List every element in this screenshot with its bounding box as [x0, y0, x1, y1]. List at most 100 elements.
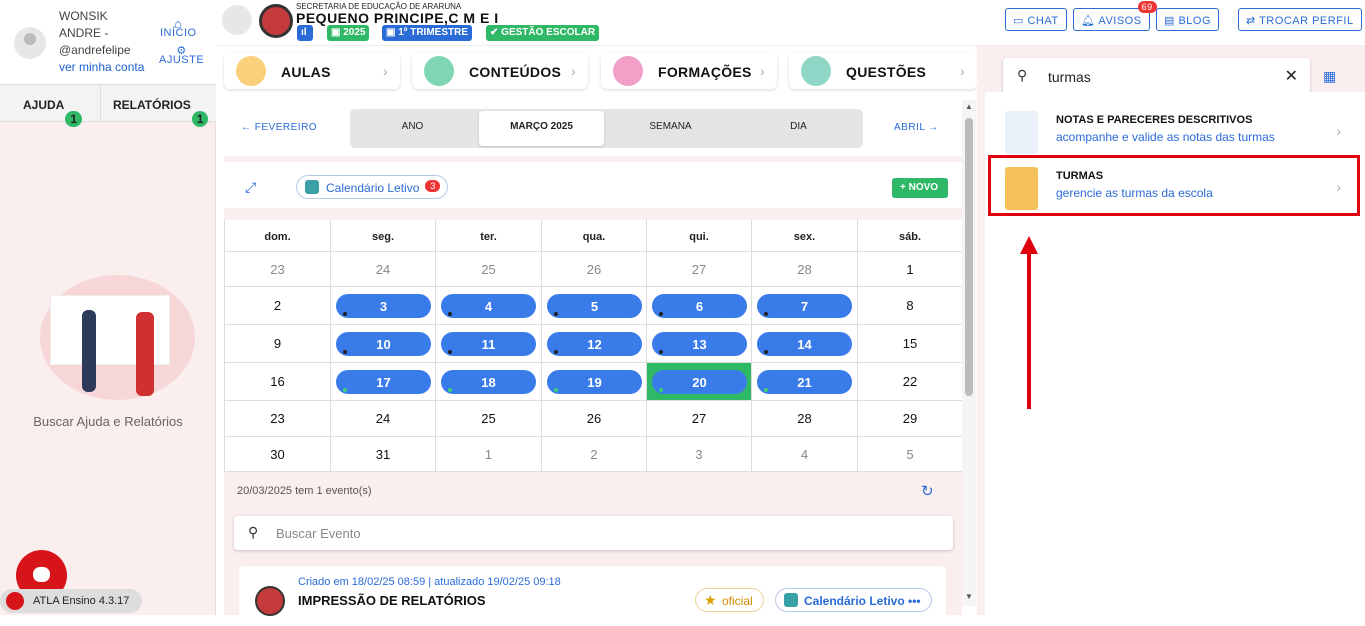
calendar-day[interactable]: 30 [225, 437, 331, 472]
view-dia[interactable]: DIA [736, 121, 861, 132]
calendar-day[interactable]: 4 [436, 287, 542, 325]
prev-month-button[interactable]: ← FEVEREIRO [241, 122, 317, 133]
calendar-day[interactable]: 2 [542, 437, 647, 472]
calendar-day[interactable]: 20 [647, 363, 752, 401]
year-chip[interactable]: ▣ 2025 [327, 25, 370, 41]
blog-button[interactable]: ▤ BLOG [1156, 8, 1220, 31]
event-pill[interactable]: 14 [757, 332, 852, 356]
event-pill[interactable]: 5 [547, 294, 642, 318]
conteudos-card[interactable]: CONTEÚDOS › [412, 53, 588, 89]
questoes-card[interactable]: QUESTÕES › [789, 53, 977, 89]
view-semana[interactable]: SEMANA [608, 121, 733, 132]
calendar-day[interactable]: 28 [752, 252, 858, 287]
view-month[interactable]: MARÇO 2025 [479, 111, 604, 146]
event-pill[interactable]: 11 [441, 332, 536, 356]
calendar-day[interactable]: 27 [647, 252, 752, 287]
calendar-day[interactable]: 31 [331, 437, 436, 472]
formacoes-card[interactable]: FORMAÇÕES › [601, 53, 777, 89]
new-event-button[interactable]: + NOVO [892, 178, 948, 198]
view-ano[interactable]: ANO [350, 121, 475, 132]
calendar-day[interactable]: 22 [858, 363, 963, 401]
event-pill[interactable]: 3 [336, 294, 431, 318]
event-calendar-tag[interactable]: Calendário Letivo ••• [775, 588, 932, 612]
settings-link[interactable]: ⚙ AJUSTE [159, 44, 204, 66]
home-link[interactable]: ⌂ INÍCIO [160, 16, 197, 39]
calendar-day[interactable]: 7 [752, 287, 858, 325]
module-chip[interactable]: ✔ GESTÃO ESCOLAR [486, 25, 600, 41]
event-pill[interactable]: 6 [652, 294, 747, 318]
calendar-day[interactable]: 1 [436, 437, 542, 472]
calendar-day[interactable]: 15 [858, 325, 963, 363]
event-pill[interactable]: 13 [652, 332, 747, 356]
next-month-button[interactable]: ABRIL → [894, 122, 939, 133]
calendar-day[interactable]: 11 [436, 325, 542, 363]
calendar-day[interactable]: 5 [858, 437, 963, 472]
expand-icon[interactable]: ⤢ [245, 179, 256, 196]
calendar-day[interactable]: 3 [331, 287, 436, 325]
user-avatar[interactable] [14, 27, 46, 59]
close-icon[interactable]: ✕ [1285, 66, 1298, 86]
calendar-day[interactable]: 1 [858, 252, 963, 287]
scroll-down-icon[interactable]: ▼ [965, 592, 973, 601]
calendar-filter-chip[interactable]: Calendário Letivo 3 [296, 175, 449, 199]
event-pill[interactable]: 10 [336, 332, 431, 356]
calendar-day[interactable]: 26 [542, 252, 647, 287]
calendar-day[interactable]: 21 [752, 363, 858, 401]
chat-button[interactable]: ▭ CHAT [1005, 8, 1067, 31]
calendar-day[interactable]: 17 [331, 363, 436, 401]
calendar-scrollbar[interactable]: ▲ ▼ [962, 100, 976, 606]
calendar-day[interactable]: 19 [542, 363, 647, 401]
event-pill[interactable]: 19 [547, 370, 642, 394]
calendar-day[interactable]: 9 [225, 325, 331, 363]
calendar-day[interactable]: 23 [225, 401, 331, 437]
switch-profile-button[interactable]: ⇄ TROCAR PERFIL [1238, 8, 1362, 31]
event-pill[interactable]: 18 [441, 370, 536, 394]
calendar-day[interactable]: 24 [331, 401, 436, 437]
calendar-day[interactable]: 27 [647, 401, 752, 437]
view-account-link[interactable]: ver minha conta [59, 60, 144, 74]
event-pill[interactable]: 17 [336, 370, 431, 394]
calendar-day[interactable]: 18 [436, 363, 542, 401]
calendar-day[interactable]: 14 [752, 325, 858, 363]
profile-avatar[interactable] [222, 5, 252, 35]
event-pill[interactable]: 12 [547, 332, 642, 356]
event-pill[interactable]: 4 [441, 294, 536, 318]
chart-icon[interactable]: ıl [297, 25, 313, 41]
event-search-input[interactable]: ⚲ Buscar Evento [234, 516, 953, 550]
avisos-button[interactable]: 🔔︎ AVISOS 69 [1073, 1, 1157, 31]
module-label: GESTÃO ESCOLAR [501, 27, 596, 38]
aulas-card[interactable]: AULAS › [224, 53, 400, 89]
calendar-day[interactable]: 6 [647, 287, 752, 325]
calendar-day[interactable]: 28 [752, 401, 858, 437]
formacoes-icon [613, 56, 643, 86]
event-card[interactable]: Criado em 18/02/25 08:59 | atualizado 19… [239, 566, 946, 626]
event-pill[interactable]: 21 [757, 370, 852, 394]
calendar-day[interactable]: 12 [542, 325, 647, 363]
tab-ajuda[interactable]: AJUDA 1 [23, 98, 83, 127]
event-pill[interactable]: 7 [757, 294, 852, 318]
event-pill[interactable]: 20 [652, 370, 747, 394]
tab-relatorios[interactable]: RELATÓRIOS 1 [113, 98, 209, 127]
refresh-icon[interactable]: ↻ [921, 482, 934, 500]
calendar-day[interactable]: 23 [225, 252, 331, 287]
calendar-day[interactable]: 13 [647, 325, 752, 363]
scroll-up-icon[interactable]: ▲ [965, 102, 973, 111]
calendar-day[interactable]: 25 [436, 401, 542, 437]
calendar-day[interactable]: 25 [436, 252, 542, 287]
scroll-thumb[interactable] [965, 118, 973, 396]
calendar-day[interactable]: 16 [225, 363, 331, 401]
menu-search-input[interactable]: ⚲ turmas ✕ [1003, 58, 1310, 94]
term-chip[interactable]: ▣ 1º TRIMESTRE [382, 25, 473, 41]
calendar-day[interactable]: 4 [752, 437, 858, 472]
calendar-day[interactable]: 10 [331, 325, 436, 363]
calendar-day[interactable]: 24 [331, 252, 436, 287]
calendar-day[interactable]: 29 [858, 401, 963, 437]
calendar-day[interactable]: 3 [647, 437, 752, 472]
oficial-tag[interactable]: oficial [695, 588, 764, 612]
calendar-day[interactable]: 26 [542, 401, 647, 437]
calendar-day[interactable]: 8 [858, 287, 963, 325]
grid-icon[interactable]: ▦ [1323, 68, 1336, 85]
calendar-day[interactable]: 5 [542, 287, 647, 325]
calendar-day[interactable]: 2 [225, 287, 331, 325]
avisos-count-badge: 69 [1137, 1, 1157, 13]
